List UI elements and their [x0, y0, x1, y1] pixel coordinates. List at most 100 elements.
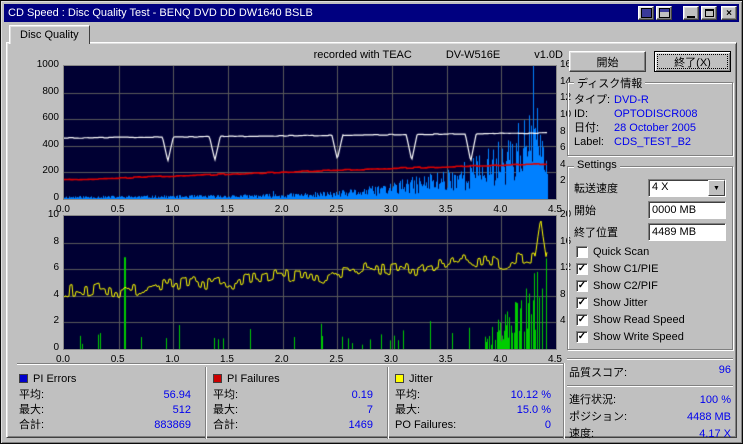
disc-info-title: ディスク情報 — [574, 75, 646, 91]
stat-label: PO Failures: — [395, 419, 457, 431]
disc-info-value: CDS_TEST_B2 — [614, 136, 692, 148]
stat-label: 合計: — [213, 419, 239, 431]
disc-info-label: タイプ: — [574, 94, 611, 106]
y-axis-tick: 0 — [53, 192, 59, 203]
end-position-label: 終了位置 — [574, 227, 618, 239]
start-position-label: 開始 — [574, 205, 596, 217]
y-axis-tick: 1000 — [36, 59, 59, 70]
y-axis-tick: 0 — [53, 342, 59, 353]
checkbox-label: Quick Scan — [593, 246, 650, 258]
y-axis-tick: 2 — [53, 315, 59, 327]
speed-value: 4 X — [652, 181, 669, 193]
tab-page: recorded with TEAC DV-W516E v1.0D 0 200 40… — [6, 42, 737, 440]
y-axis-tick: 200 — [42, 165, 59, 177]
firmware-version-text: v1.0D — [534, 49, 563, 61]
checkbox-row: ✓ Show C1/PIE — [574, 261, 726, 277]
stat-row: 最大: 512 — [19, 403, 197, 418]
jitter-plot — [63, 215, 557, 350]
stat-header: PI Failures — [213, 371, 379, 386]
stat-title: Jitter — [409, 372, 433, 385]
stats-divider — [205, 367, 207, 439]
maximize-icon — [704, 9, 714, 17]
checkbox-row: ✓ Show Write Speed — [574, 329, 726, 345]
stat-value: 0 — [544, 419, 551, 431]
checkbox-row: Quick Scan — [574, 244, 726, 260]
progress-row: 速度: 4.17 X — [567, 426, 733, 443]
stat-title: PI Errors — [33, 372, 77, 385]
stat-title: PI Failures — [227, 372, 280, 385]
stats-divider — [17, 363, 565, 365]
chevron-down-icon[interactable]: ▼ — [708, 180, 725, 196]
disc-info-label: Label: — [574, 136, 604, 148]
checkbox-label: Show Write Speed — [593, 331, 684, 343]
stat-header: Jitter — [395, 371, 557, 386]
progress-label: 速度: — [569, 428, 595, 440]
progress-value: 100 % — [699, 394, 731, 406]
stat-label: 平均: — [395, 389, 421, 401]
checkbox[interactable]: ✓ — [576, 331, 588, 343]
disc-info-value: OPTODISCR008 — [614, 108, 698, 120]
y-axis-tick: 4 — [53, 288, 59, 300]
checkbox[interactable] — [576, 246, 588, 258]
pi-failures-stats: PI Failures 平均: 0.19 最大: 7 合計: 1469 — [213, 371, 379, 433]
checkbox-row: ✓ Show Read Speed — [574, 312, 726, 328]
pi-errors-stats: PI Errors 平均: 56.94 最大: 512 合計: 883869 — [19, 371, 197, 433]
drive-name-text: DV-W516E — [445, 49, 501, 61]
pi-errors-chart: 0 200 400 600 800 1000 2 4 6 8 10 12 14 16 0.0 0.5 1.0 1.… — [17, 59, 577, 221]
progress-label: 進行状況: — [569, 394, 617, 406]
stat-header: PI Errors — [19, 371, 197, 386]
y-axis-tick: 10 — [47, 209, 59, 220]
y-axis-tick: 600 — [42, 112, 59, 124]
jitter-chart: 0 2 4 6 8 10 4 8 12 16 20 0.0 0.5 1.0 1.5 2.0 2.5 3.0 3.5 4… — [17, 209, 577, 371]
stats-divider — [387, 367, 389, 439]
stat-row: 平均: 0.19 — [213, 388, 379, 403]
pi-errors-legend-icon — [19, 374, 28, 383]
y-axis-tick: 8 — [53, 235, 59, 247]
extra-tool-button-2[interactable] — [656, 6, 672, 20]
recorded-with-text: recorded with TEAC — [313, 49, 412, 61]
checkbox[interactable]: ✓ — [576, 263, 588, 275]
disc-info-row: ID: OPTODISCR008 — [574, 107, 726, 121]
checkbox-label: Show C2/PIF — [593, 280, 658, 292]
y-axis-tick: 6 — [53, 262, 59, 274]
stats-divider — [563, 363, 565, 439]
exit-button[interactable]: 終了(X) — [654, 51, 731, 72]
chart-header: recorded with TEAC DV-W516E v1.0D — [17, 49, 589, 61]
stat-rows: 平均: 10.12 % 最大: 15.0 % PO Failures: 0 — [395, 388, 557, 433]
checkbox[interactable]: ✓ — [576, 280, 588, 292]
tab-disc-quality[interactable]: Disc Quality — [9, 25, 90, 44]
quality-score-value: 96 — [718, 364, 731, 376]
stat-row: 最大: 7 — [213, 403, 379, 418]
disc-info-rows: タイプ: DVD-R ID: OPTODISCR008 日付: 28 October 20… — [574, 93, 726, 149]
start-position-field[interactable]: 0000 MB — [648, 201, 726, 219]
stat-value: 512 — [172, 404, 191, 416]
stat-label: 平均: — [19, 389, 45, 401]
minimize-button[interactable] — [683, 6, 699, 20]
end-position-field[interactable]: 4489 MB — [648, 223, 726, 241]
pi-errors-plot — [63, 65, 557, 200]
disc-info-value: DVD-R — [614, 94, 649, 106]
checkbox-row: ✓ Show C2/PIF — [574, 278, 726, 294]
checkbox[interactable]: ✓ — [576, 297, 588, 309]
checkbox[interactable]: ✓ — [576, 314, 588, 326]
maximize-button[interactable] — [701, 6, 717, 20]
start-button[interactable]: 開始 — [569, 51, 646, 72]
checkbox-label: Show C1/PIE — [593, 263, 659, 275]
title-bar[interactable]: CD Speed : Disc Quality Test - BENQ DVD … — [4, 4, 739, 22]
progress-label: ポジション: — [569, 411, 628, 423]
checkbox-label: Show Read Speed — [593, 314, 685, 326]
speed-select[interactable]: 4 X ▼ — [648, 179, 726, 197]
minimize-icon — [687, 15, 695, 18]
progress-row: 進行状況: 100 % — [567, 392, 733, 409]
app-window: CD Speed : Disc Quality Test - BENQ DVD … — [0, 0, 743, 444]
checkbox-label: Show Jitter — [593, 297, 648, 309]
stat-label: 最大: — [213, 404, 239, 416]
disc-info-row: Label: CDS_TEST_B2 — [574, 135, 726, 149]
end-position-row: 終了位置 4489 MB — [574, 221, 726, 243]
close-button[interactable]: × — [721, 6, 737, 20]
window-title: CD Speed : Disc Quality Test - BENQ DVD … — [8, 7, 313, 19]
stat-value: 1469 — [348, 419, 373, 431]
tool-icon — [640, 8, 652, 18]
y-axis-tick: 800 — [42, 85, 59, 97]
extra-tool-button-1[interactable] — [638, 6, 654, 20]
